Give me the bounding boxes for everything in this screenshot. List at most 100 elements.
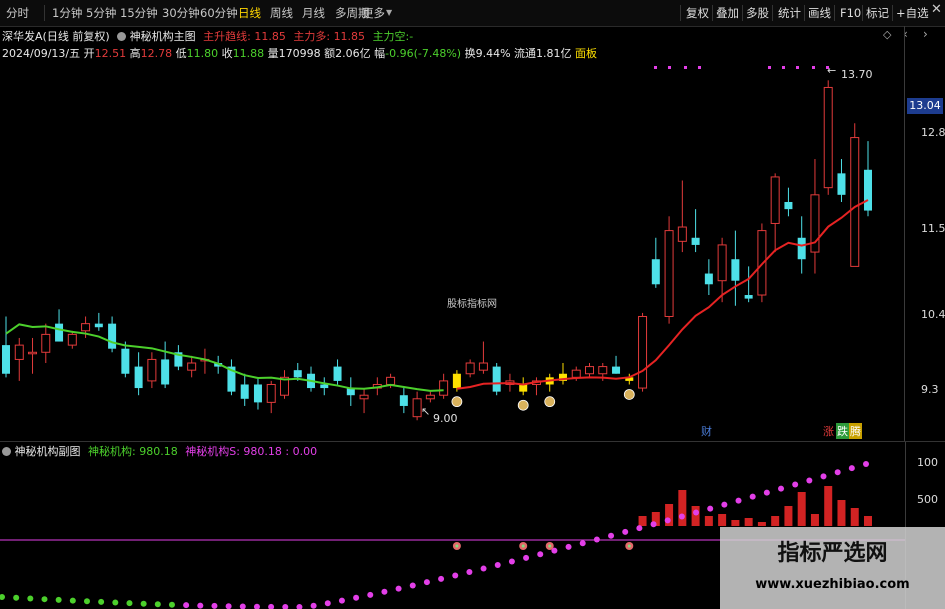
candle-body bbox=[452, 373, 461, 389]
overlay-button[interactable]: 叠加 bbox=[716, 4, 739, 22]
signal-dot bbox=[782, 66, 785, 69]
candle-body bbox=[744, 295, 753, 299]
candle-body bbox=[81, 323, 91, 332]
candle-body bbox=[585, 366, 595, 375]
candle-body bbox=[612, 366, 621, 374]
price-axis: 12.8 11.5 10.4 9.3 bbox=[904, 26, 945, 441]
indicator-dot bbox=[650, 521, 657, 528]
money-bag-icon bbox=[451, 396, 463, 408]
chevron-down-icon[interactable]: ▼ bbox=[386, 8, 392, 17]
candle-body bbox=[598, 366, 608, 375]
signal-dot bbox=[668, 66, 671, 69]
candle-body bbox=[28, 351, 38, 355]
candle-body bbox=[266, 383, 276, 403]
tab-more[interactable]: 更多 bbox=[360, 4, 387, 22]
indicator-dot bbox=[735, 497, 742, 504]
restore-rights-button[interactable]: 复权 bbox=[686, 4, 709, 22]
candle-body bbox=[134, 366, 143, 389]
indicator-dot bbox=[324, 600, 331, 607]
indicator-dot bbox=[806, 477, 813, 484]
candle-body bbox=[94, 323, 103, 328]
signal-dot bbox=[684, 66, 687, 69]
chart-watermark-text: 股标指标网 bbox=[447, 299, 497, 310]
add-watchlist-button[interactable]: +自选 bbox=[896, 4, 929, 22]
indicator-dot bbox=[381, 588, 388, 595]
candle-body bbox=[386, 376, 396, 385]
tab-weekly[interactable]: 周线 bbox=[268, 4, 295, 22]
indicator-dot bbox=[778, 485, 785, 492]
low-price-label: 9.00 bbox=[433, 412, 458, 425]
indicator-dot bbox=[792, 481, 799, 488]
indicator-dot bbox=[310, 602, 317, 609]
tab-30min[interactable]: 30分钟 bbox=[160, 4, 202, 22]
candle-body bbox=[439, 380, 449, 396]
indicator-dot bbox=[452, 572, 459, 579]
signal-dot bbox=[796, 66, 799, 69]
tab-minute[interactable]: 分时 bbox=[4, 4, 31, 22]
current-price-tag: 13.04 bbox=[907, 98, 943, 114]
indicator-dot bbox=[523, 554, 530, 561]
indicator-dot bbox=[27, 595, 34, 602]
candle-body bbox=[478, 362, 488, 371]
indicator-dot bbox=[253, 603, 260, 609]
f10-button[interactable]: F10 bbox=[840, 4, 861, 22]
tab-1min[interactable]: 1分钟 bbox=[50, 4, 84, 22]
indicator-dot bbox=[494, 562, 501, 569]
tab-monthly[interactable]: 月线 bbox=[300, 4, 327, 22]
indicator-dot bbox=[211, 602, 218, 609]
candle-body bbox=[253, 384, 262, 403]
indicator-dot bbox=[820, 473, 827, 480]
candle-body bbox=[147, 358, 157, 382]
badge-cai: 财 bbox=[701, 425, 712, 438]
volume-bar bbox=[864, 516, 872, 526]
draw-line-button[interactable]: 画线 bbox=[808, 4, 831, 22]
indicator-dot bbox=[154, 601, 161, 608]
candle-body bbox=[677, 226, 687, 242]
close-icon[interactable]: ✕ bbox=[931, 2, 942, 17]
period-toolbar: 分时 1分钟 5分钟 15分钟 30分钟 60分钟 日线 周线 月线 多周期 更… bbox=[0, 0, 945, 27]
candle-body bbox=[187, 362, 197, 371]
badge-die: 跌 bbox=[836, 423, 849, 439]
statistics-button[interactable]: 统计 bbox=[778, 4, 801, 22]
tab-15min[interactable]: 15分钟 bbox=[118, 4, 160, 22]
indicator-dot bbox=[466, 569, 473, 576]
indicator-dot bbox=[863, 461, 869, 467]
indicator-dot bbox=[140, 600, 147, 607]
indicator-dot bbox=[565, 543, 572, 550]
divider bbox=[44, 5, 45, 21]
multi-stock-button[interactable]: 多股 bbox=[746, 4, 769, 22]
indicator-dot bbox=[282, 603, 289, 609]
candle-body bbox=[651, 259, 660, 285]
sub-axis-tick: 100 bbox=[917, 456, 938, 469]
candle-body bbox=[465, 362, 475, 375]
volume-bar bbox=[731, 520, 740, 526]
signal-marker-icon bbox=[455, 544, 459, 548]
indicator-dot bbox=[707, 505, 714, 512]
badge-teng: 腾 bbox=[849, 423, 862, 439]
candle-body bbox=[864, 169, 872, 211]
money-bag-icon bbox=[517, 399, 529, 411]
indicator-dot bbox=[664, 517, 671, 524]
indicator-dot bbox=[395, 585, 402, 592]
indicator-dot bbox=[678, 513, 685, 520]
axis-tick: 10.4 bbox=[921, 308, 945, 321]
indicator-dot bbox=[168, 601, 175, 608]
indicator-dot bbox=[98, 598, 105, 605]
candle-body bbox=[240, 384, 249, 399]
candle-body bbox=[704, 273, 713, 285]
tab-5min[interactable]: 5分钟 bbox=[84, 4, 118, 22]
badge-zhang: 涨 bbox=[823, 425, 834, 438]
candle-body bbox=[41, 333, 51, 353]
tab-daily[interactable]: 日线 bbox=[236, 4, 263, 22]
indicator-dot bbox=[13, 594, 20, 601]
divider bbox=[892, 5, 893, 21]
candle-body bbox=[55, 323, 64, 342]
money-bag-icon bbox=[544, 396, 556, 408]
indicator-dot bbox=[608, 532, 615, 539]
watermark-url: www.xuezhibiao.com bbox=[755, 577, 910, 592]
candle-body bbox=[823, 86, 833, 189]
mark-button[interactable]: 标记 bbox=[866, 4, 889, 22]
divider bbox=[772, 5, 773, 21]
volume-bar bbox=[784, 506, 793, 526]
tab-60min[interactable]: 60分钟 bbox=[198, 4, 240, 22]
